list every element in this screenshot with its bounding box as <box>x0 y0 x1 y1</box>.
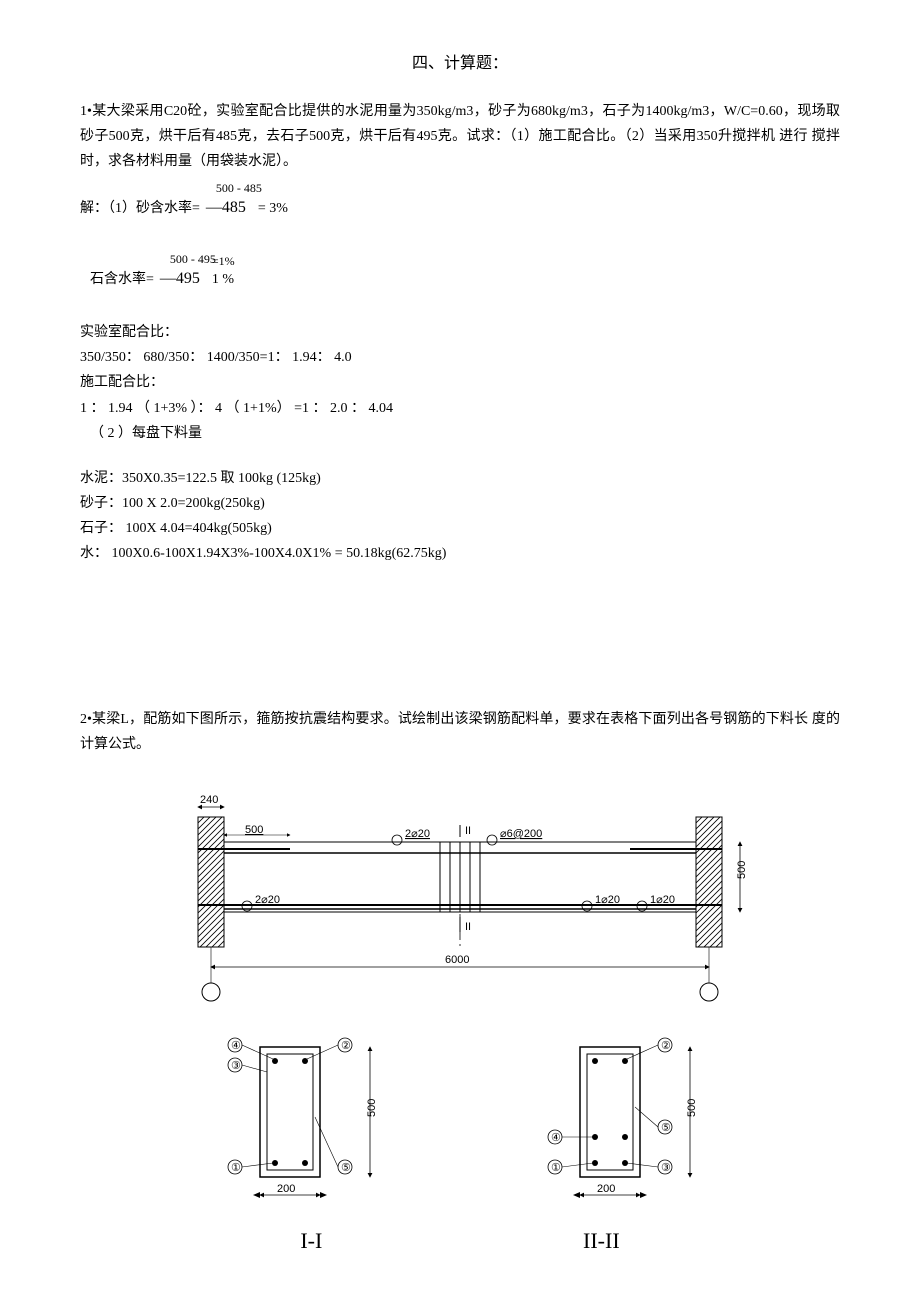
sec1-height: 500 <box>366 1099 378 1117</box>
sec2-width: 200 <box>597 1183 615 1195</box>
section-2-svg: ④ ① ② ⑤ ③ 500 200 <box>505 1027 735 1217</box>
sand-moisture-line: 解：（1）砂含水率= 500 - 485 —485 = 3% <box>80 194 840 223</box>
sec1-tag5: ⑤ <box>341 1162 351 1174</box>
lab-ratio-value: 350/350： 680/350： 1400/350=1： 1.94： 4.0 <box>80 345 840 370</box>
batch-label: （ 2 ）每盘下料量 <box>90 421 840 446</box>
material-sand: 砂子：100 X 2.0=200kg(250kg) <box>80 491 840 516</box>
sec2-tag3: ③ <box>661 1162 671 1174</box>
problem1-statement: 1•某大梁采用C20砼，实验室配合比提供的水泥用量为350kg/m3，砂子为68… <box>80 99 840 175</box>
section-1-label: I-I <box>300 1221 322 1261</box>
frac2-top: 500 - 495 <box>170 249 216 271</box>
frac2-eq2: 1 % <box>212 272 234 287</box>
label-bot-left: 2⌀20 <box>255 894 280 906</box>
con-ratio-value: 1 ： 1.94 （ 1+3% ）： 4 （ 1+1%） =1 ： 2.0 ： … <box>80 396 840 421</box>
label-bot-right2: 1⌀20 <box>650 894 675 906</box>
sec1-tag4: ④ <box>231 1040 241 1052</box>
section-labels-row: I-I II-II <box>170 1221 750 1261</box>
material-stone: 石子： 100X 4.04=404kg(505kg) <box>80 516 840 541</box>
sections-row: ④ ③ ① ② ⑤ 500 200 <box>185 1027 735 1217</box>
sec2-tag5: ⑤ <box>661 1122 671 1134</box>
dim-span: 6000 <box>445 954 469 966</box>
lab-ratio-label: 实验室配合比： <box>80 320 840 345</box>
sec1-width: 200 <box>277 1183 295 1195</box>
sec1-tag1: ① <box>231 1162 241 1174</box>
material-cement: 水泥：350X0.35=122.5 取 100kg (125kg) <box>80 466 840 491</box>
sec2-tag2: ② <box>661 1040 671 1052</box>
label-top-2phi20: 2⌀20 <box>405 828 430 840</box>
stone-moisture-line: 石含水率= 500 - 495 —495 =1% 1 % <box>90 265 840 294</box>
section-2-label: II-II <box>583 1221 620 1261</box>
dim-height-right: 500 <box>736 861 748 879</box>
frac2-bot: —495 <box>160 270 200 287</box>
problem1-solution: 解：（1）砂含水率= 500 - 485 —485 = 3% 石含水率= 500… <box>80 194 840 566</box>
label-bot-right1: 1⌀20 <box>595 894 620 906</box>
sec-cut-top: II <box>465 825 471 837</box>
material-water: 水： 100X0.6-100X1.94X3%-100X4.0X1% = 50.1… <box>80 541 840 566</box>
section-1-svg: ④ ③ ① ② ⑤ 500 200 <box>185 1027 415 1217</box>
frac1-bot: —485 <box>206 199 246 216</box>
sec2-tag1: ① <box>551 1162 561 1174</box>
frac1-top: 500 - 485 <box>216 178 262 200</box>
dim-500-left: 500 <box>245 824 263 836</box>
sand-label: 解：（1）砂含水率= <box>80 196 200 221</box>
label-stirrup: ⌀6@200 <box>500 828 542 840</box>
stone-label: 石含水率= <box>90 267 154 292</box>
problem2-statement: 2•某梁L，配筋如下图所示，箍筋按抗震结构要求。试绘制出该梁钢筋配料单，要求在表… <box>80 707 840 757</box>
beam-elevation-svg: II II 240 500 2⌀20 ⌀6@200 2⌀20 1⌀20 1⌀20… <box>150 787 770 1007</box>
frac1-eq: = 3% <box>258 196 288 221</box>
page-title: 四、计算题： <box>80 50 840 79</box>
sec2-tag4: ④ <box>551 1132 561 1144</box>
sec1-tag3: ③ <box>231 1060 241 1072</box>
sec2-height: 500 <box>686 1099 698 1117</box>
dim-col-left: 240 <box>200 794 218 806</box>
sec1-tag2: ② <box>341 1040 351 1052</box>
sec-cut-bot: II <box>465 921 471 933</box>
con-ratio-label: 施工配合比： <box>80 370 840 395</box>
frac2-eq: =1% <box>212 251 235 273</box>
beam-diagram: II II 240 500 2⌀20 ⌀6@200 2⌀20 1⌀20 1⌀20… <box>80 787 840 1261</box>
